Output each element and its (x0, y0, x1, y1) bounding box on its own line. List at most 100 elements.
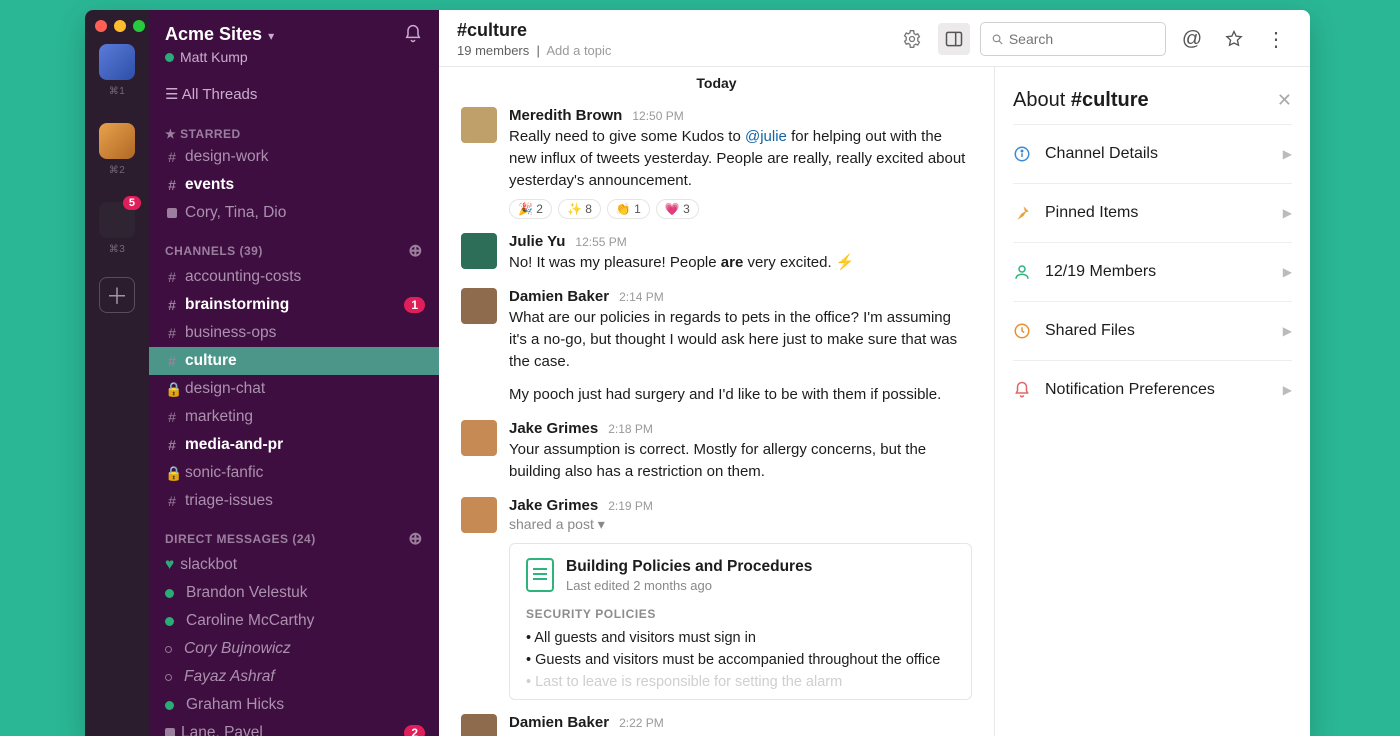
all-threads[interactable]: ☰ All Threads (149, 75, 439, 113)
reaction[interactable]: ✨ 8 (558, 199, 601, 219)
workspace-1[interactable] (99, 44, 135, 80)
minimize-icon[interactable] (114, 20, 126, 32)
sidebar-channel-brainstorming[interactable]: #brainstorming1 (149, 291, 439, 319)
more-icon[interactable]: ⋮ (1260, 23, 1292, 55)
section-channels[interactable]: CHANNELS (39) ⊕ (149, 227, 439, 263)
message: Meredith Brown12:50 PMReally need to giv… (439, 99, 994, 225)
message-author[interactable]: Damien Baker (509, 288, 609, 305)
settings-icon[interactable] (896, 23, 928, 55)
sidebar-channel-sonic-fanfic[interactable]: 🔒sonic-fanfic (149, 459, 439, 487)
search-input[interactable] (1009, 31, 1155, 47)
chevron-right-icon: ▶ (1283, 383, 1292, 397)
workspace-3-badge: 5 (123, 196, 141, 210)
message-body: Your assumption is correct. Mostly for a… (509, 439, 972, 483)
about-row-label: Pinned Items (1045, 204, 1138, 222)
about-row-shared-files[interactable]: Shared Files▶ (1013, 301, 1292, 360)
section-dm[interactable]: DIRECT MESSAGES (24) ⊕ (149, 515, 439, 551)
avatar[interactable] (461, 420, 497, 456)
channel-prefix-icon: # (165, 409, 179, 425)
presence-dot-icon (165, 589, 174, 598)
sidebar-dm-caroline-mccarthy[interactable]: Caroline McCarthy (149, 607, 439, 635)
zoom-icon[interactable] (133, 20, 145, 32)
sidebar-channel-business-ops[interactable]: #business-ops (149, 319, 439, 347)
about-row-pinned-items[interactable]: Pinned Items▶ (1013, 183, 1292, 242)
sidebar-dm-slackbot[interactable]: ♥slackbot (149, 551, 439, 579)
message-body: What are our policies in regards to pets… (509, 307, 972, 372)
sidebar-dm-lane-pavel[interactable]: Lane, Pavel2 (149, 719, 439, 736)
sidebar-dm-brandon-velestuk[interactable]: Brandon Velestuk (149, 579, 439, 607)
avatar[interactable] (461, 288, 497, 324)
about-row-notification-preferences[interactable]: Notification Preferences▶ (1013, 360, 1292, 419)
main: #culture 19 members | Add a topic @ ⋮ To… (439, 10, 1310, 736)
sidebar-dm-graham-hicks[interactable]: Graham Hicks (149, 691, 439, 719)
avatar[interactable] (461, 233, 497, 269)
sidebar-channel-marketing[interactable]: #marketing (149, 403, 439, 431)
sidebar-starred-events[interactable]: #events (149, 171, 439, 199)
toggle-details-icon[interactable] (938, 23, 970, 55)
sidebar-starred-design-work[interactable]: # design-work (149, 143, 439, 171)
workspace-1-shortcut: ⌘1 (109, 86, 126, 97)
search-box[interactable] (980, 22, 1166, 56)
about-row-12-19-members[interactable]: 12/19 Members▶ (1013, 242, 1292, 301)
window-controls (95, 20, 145, 32)
avatar[interactable] (461, 714, 497, 736)
sidebar-header[interactable]: Acme Sites▾ Matt Kump (149, 10, 439, 75)
dm-group-icon (165, 728, 175, 736)
section-channels-label: CHANNELS (165, 244, 236, 258)
workspace-2[interactable] (99, 123, 135, 159)
message-author[interactable]: Damien Baker (509, 714, 609, 731)
avatar[interactable] (461, 497, 497, 533)
sidebar-item-label: culture (185, 352, 237, 370)
close-about-icon[interactable]: ✕ (1277, 90, 1292, 111)
unread-badge: 2 (404, 725, 425, 736)
sidebar-channel-culture[interactable]: # culture (149, 347, 439, 375)
reactions: 🎉 2 ✨ 8 👏 1 💗 3 (509, 199, 972, 219)
card-meta: Last edited 2 months ago (566, 578, 812, 593)
star-icon[interactable] (1218, 23, 1250, 55)
unread-badge: 1 (404, 297, 425, 313)
channel-topic[interactable]: Add a topic (546, 43, 611, 58)
presence-dot-icon (165, 617, 174, 626)
sidebar-channel-triage-issues[interactable]: #triage-issues (149, 487, 439, 515)
close-icon[interactable] (95, 20, 107, 32)
sidebar-item-label: design-work (185, 148, 269, 166)
reaction[interactable]: 🎉 2 (509, 199, 552, 219)
sidebar-dm-cory-bujnowicz[interactable]: Cory Bujnowicz (149, 635, 439, 663)
add-channel-icon[interactable]: ⊕ (408, 241, 431, 261)
all-threads-label: All Threads (182, 86, 258, 103)
user-mention[interactable]: @julie (745, 128, 787, 145)
sidebar-item-label: accounting-costs (185, 268, 301, 286)
message: Julie Yu12:55 PMNo! It was my pleasure! … (439, 225, 994, 280)
reaction[interactable]: 💗 3 (656, 199, 699, 219)
message-author[interactable]: Meredith Brown (509, 107, 622, 124)
workspace-3[interactable]: 5 (99, 202, 135, 238)
message-author[interactable]: Jake Grimes (509, 420, 598, 437)
sidebar-channel-design-chat[interactable]: 🔒design-chat (149, 375, 439, 403)
avatar[interactable] (461, 107, 497, 143)
channel-prefix-icon: # (165, 269, 179, 285)
sidebar-channel-media-and-pr[interactable]: #media-and-pr (149, 431, 439, 459)
sidebar-channel-accounting-costs[interactable]: # accounting-costs (149, 263, 439, 291)
message-author[interactable]: Jake Grimes (509, 497, 598, 514)
message-author[interactable]: Julie Yu (509, 233, 565, 250)
channel-prefix-icon: # (165, 353, 179, 369)
notifications-icon[interactable] (403, 24, 423, 44)
channel-prefix-icon: # (165, 149, 179, 165)
mentions-icon[interactable]: @ (1176, 23, 1208, 55)
shared-post-card[interactable]: Building Policies and ProceduresLast edi… (509, 543, 972, 700)
channel-prefix-icon: # (165, 177, 179, 193)
section-dm-label: DIRECT MESSAGES (165, 532, 289, 546)
channel-meta: 19 members | Add a topic (457, 43, 611, 58)
message: Jake Grimes2:18 PMYour assumption is cor… (439, 412, 994, 489)
sidebar-dm-fayaz-ashraf[interactable]: Fayaz Ashraf (149, 663, 439, 691)
channel-prefix-icon (165, 205, 179, 221)
sidebar-starred-cory-tina-dio[interactable]: Cory, Tina, Dio (149, 199, 439, 227)
about-row-channel-details[interactable]: Channel Details▶ (1013, 124, 1292, 183)
add-dm-icon[interactable]: ⊕ (408, 529, 431, 549)
about-row-label: 12/19 Members (1045, 263, 1156, 281)
presence-dot-icon (165, 53, 174, 62)
channel-members[interactable]: 19 members (457, 43, 529, 58)
add-workspace-button[interactable]: ＋ (99, 277, 135, 313)
reaction[interactable]: 👏 1 (607, 199, 650, 219)
channel-name: #culture (457, 20, 611, 41)
